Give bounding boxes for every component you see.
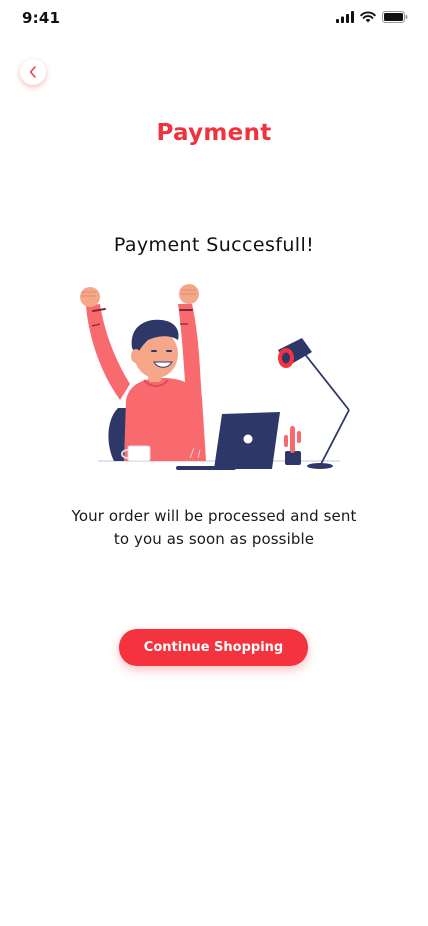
chevron-left-icon (28, 63, 38, 82)
wifi-icon (360, 11, 376, 23)
battery-icon (382, 11, 408, 23)
page-title: Payment (156, 120, 272, 146)
message-line-2: to you as soon as possible (113, 530, 315, 548)
status-icons (336, 10, 408, 24)
success-heading: Payment Succesfull! (113, 234, 315, 256)
message-line-1: Your order will be processed and sent (71, 507, 357, 525)
status-bar: 9:41 (0, 0, 428, 40)
back-button[interactable] (20, 59, 46, 85)
signal-icon (336, 11, 354, 23)
continue-shopping-button[interactable]: Continue Shopping (119, 629, 308, 666)
payment-success-illustration (74, 280, 356, 475)
confirmation-message: Your order will be processed and sent to… (50, 505, 378, 551)
status-time: 9:41 (22, 9, 61, 27)
